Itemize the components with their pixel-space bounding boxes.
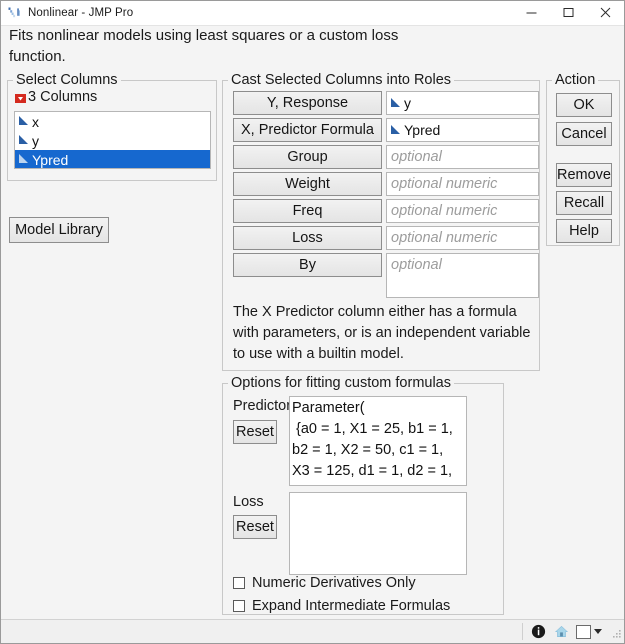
role-button-group[interactable]: Group bbox=[233, 145, 382, 169]
checkbox-label: Expand Intermediate Formulas bbox=[252, 598, 450, 614]
red-triangle-menu-icon[interactable] bbox=[15, 92, 26, 102]
close-button[interactable] bbox=[587, 1, 624, 24]
info-icon[interactable] bbox=[530, 623, 547, 640]
status-bar bbox=[1, 619, 624, 643]
select-columns-panel: Select Columns 3 Columns x y Ypred bbox=[7, 80, 217, 181]
predictor-label: Predictor bbox=[233, 398, 291, 414]
title-bar: Nonlinear - JMP Pro bbox=[1, 1, 624, 26]
dialog-description: Fits nonlinear models using least square… bbox=[9, 25, 429, 67]
list-item[interactable]: y bbox=[15, 131, 210, 150]
list-item[interactable]: x bbox=[15, 112, 210, 131]
role-field-y-response[interactable]: y bbox=[386, 91, 539, 115]
cast-roles-legend: Cast Selected Columns into Roles bbox=[228, 72, 454, 88]
role-button-by[interactable]: By bbox=[233, 253, 382, 277]
cast-roles-note: The X Predictor column either has a form… bbox=[233, 302, 533, 365]
action-legend: Action bbox=[552, 72, 598, 88]
jmp-scatter-icon bbox=[6, 5, 22, 21]
role-placeholder: optional numeric bbox=[391, 203, 497, 219]
column-name: x bbox=[32, 114, 39, 130]
resize-grip-icon[interactable] bbox=[610, 626, 622, 638]
model-library-button[interactable]: Model Library bbox=[9, 217, 109, 243]
checkbox-icon[interactable] bbox=[233, 600, 245, 612]
continuous-column-icon bbox=[391, 98, 400, 107]
role-value: y bbox=[404, 95, 411, 111]
role-field-weight[interactable]: optional numeric bbox=[386, 172, 539, 196]
checkbox-icon[interactable] bbox=[233, 577, 245, 589]
continuous-column-icon bbox=[19, 116, 28, 125]
role-button-x-predictor-formula[interactable]: X, Predictor Formula bbox=[233, 118, 382, 142]
role-button-weight[interactable]: Weight bbox=[233, 172, 382, 196]
recall-button[interactable]: Recall bbox=[556, 191, 612, 215]
options-panel: Options for fitting custom formulas Pred… bbox=[222, 383, 504, 615]
action-panel: Action OK Cancel Remove Recall Help bbox=[546, 80, 620, 246]
window-icon[interactable] bbox=[576, 625, 591, 639]
chevron-down-icon[interactable] bbox=[594, 629, 602, 634]
maximize-button[interactable] bbox=[550, 1, 587, 24]
role-button-y-response[interactable]: Y, Response bbox=[233, 91, 382, 115]
role-placeholder: optional numeric bbox=[391, 176, 497, 192]
predictor-formula-box[interactable]: Parameter( {a0 = 1, X1 = 25, b1 = 1, b2 … bbox=[289, 396, 467, 486]
select-columns-legend: Select Columns bbox=[13, 72, 121, 88]
list-item[interactable]: Ypred bbox=[15, 150, 210, 169]
columns-list[interactable]: x y Ypred bbox=[14, 111, 211, 169]
cancel-button[interactable]: Cancel bbox=[556, 122, 612, 146]
loss-label: Loss bbox=[233, 494, 264, 510]
role-field-x-predictor-formula[interactable]: Ypred bbox=[386, 118, 539, 142]
role-value: Ypred bbox=[404, 122, 440, 138]
home-icon[interactable] bbox=[553, 623, 570, 640]
window-controls bbox=[513, 1, 624, 25]
nonlinear-dialog-window: Nonlinear - JMP Pro Fits nonlinear model… bbox=[0, 0, 625, 644]
loss-reset-button[interactable]: Reset bbox=[233, 515, 277, 539]
ok-button[interactable]: OK bbox=[556, 93, 612, 117]
continuous-column-icon bbox=[19, 154, 28, 163]
minimize-button[interactable] bbox=[513, 1, 550, 24]
role-field-freq[interactable]: optional numeric bbox=[386, 199, 539, 223]
role-placeholder: optional numeric bbox=[391, 230, 497, 246]
role-field-group[interactable]: optional bbox=[386, 145, 539, 169]
checkbox-expand-intermediate-formulas[interactable]: Expand Intermediate Formulas bbox=[233, 598, 450, 614]
checkbox-label: Numeric Derivatives Only bbox=[252, 575, 416, 591]
role-field-by[interactable]: optional bbox=[386, 253, 539, 298]
cast-roles-panel: Cast Selected Columns into Roles Y, Resp… bbox=[222, 80, 540, 371]
loss-formula-box[interactable] bbox=[289, 492, 467, 575]
role-placeholder: optional bbox=[391, 257, 442, 273]
column-name: y bbox=[32, 133, 39, 149]
status-separator bbox=[522, 623, 523, 640]
checkbox-numeric-derivatives-only[interactable]: Numeric Derivatives Only bbox=[233, 575, 416, 591]
role-button-freq[interactable]: Freq bbox=[233, 199, 382, 223]
help-button[interactable]: Help bbox=[556, 219, 612, 243]
window-title: Nonlinear - JMP Pro bbox=[28, 7, 133, 19]
role-field-loss[interactable]: optional numeric bbox=[386, 226, 539, 250]
role-button-loss[interactable]: Loss bbox=[233, 226, 382, 250]
column-count-menu[interactable]: 3 Columns bbox=[15, 89, 97, 105]
options-legend: Options for fitting custom formulas bbox=[228, 375, 454, 391]
continuous-column-icon bbox=[19, 135, 28, 144]
continuous-column-icon bbox=[391, 125, 400, 134]
column-count-label: 3 Columns bbox=[28, 89, 97, 105]
role-placeholder: optional bbox=[391, 149, 442, 165]
predictor-reset-button[interactable]: Reset bbox=[233, 420, 277, 444]
column-name: Ypred bbox=[32, 152, 68, 168]
remove-button[interactable]: Remove bbox=[556, 163, 612, 187]
